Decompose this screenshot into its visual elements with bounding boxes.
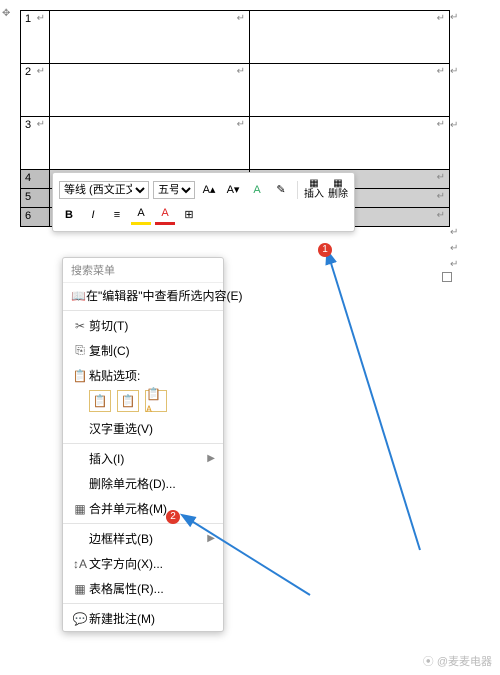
menu-label: 复制(C) bbox=[89, 342, 215, 359]
callout-badge-2: 2 bbox=[166, 510, 180, 524]
para-mark-icon: ↵ bbox=[450, 12, 458, 23]
menu-label: 汉字重选(V) bbox=[89, 420, 215, 437]
insert-table-button[interactable]: ▦ 插入 bbox=[304, 179, 324, 200]
submenu-arrow-icon: ▶ bbox=[207, 453, 215, 464]
shrink-font-button[interactable]: A▾ bbox=[223, 181, 243, 199]
watermark: ⦿ @麦麦电器 bbox=[423, 653, 492, 669]
para-mark-icon: ↵ bbox=[437, 66, 445, 77]
copy-icon: ⎘ bbox=[71, 343, 89, 358]
menu-text-direction[interactable]: ↕A 文字方向(X)... bbox=[63, 551, 223, 576]
para-mark-icon: ↵ bbox=[437, 119, 445, 130]
callout-badge-1: 1 bbox=[318, 243, 332, 257]
table-row[interactable]: 3 ↵ ↵ ↵ bbox=[21, 117, 450, 170]
menu-cut[interactable]: ✂ 剪切(T) bbox=[63, 313, 223, 338]
cell-number: 4 bbox=[25, 172, 31, 184]
end-of-doc-marker bbox=[442, 272, 452, 282]
text-direction-icon: ↕A bbox=[71, 557, 89, 571]
delete-icon: ▦ bbox=[333, 179, 342, 189]
lookup-icon: 📖 bbox=[71, 289, 86, 303]
submenu-arrow-icon: ▶ bbox=[207, 533, 215, 544]
paste-option-text-only[interactable]: 📋ᴀ bbox=[145, 390, 167, 412]
context-menu: 搜索菜单 📖 在"编辑器"中查看所选内容(E) ✂ 剪切(T) ⎘ 复制(C) … bbox=[62, 257, 224, 632]
table-properties-icon: ▦ bbox=[71, 582, 89, 596]
para-mark-icon: ↵ bbox=[37, 13, 45, 24]
menu-paste-options: 📋 粘贴选项: bbox=[63, 363, 223, 388]
cut-icon: ✂ bbox=[71, 319, 89, 333]
para-mark-icon: ↵ bbox=[37, 119, 45, 130]
menu-label: 粘贴选项: bbox=[89, 367, 215, 384]
para-mark-icon: ↵ bbox=[450, 120, 458, 131]
menu-delete-cells[interactable]: 删除单元格(D)... bbox=[63, 471, 223, 496]
paste-option-merge[interactable]: 📋 bbox=[117, 390, 139, 412]
menu-label: 在"编辑器"中查看所选内容(E) bbox=[86, 287, 243, 304]
format-painter-button[interactable]: ✎ bbox=[271, 181, 291, 199]
menu-border-style[interactable]: 边框样式(B) ▶ bbox=[63, 526, 223, 551]
font-size-select[interactable]: 五号 bbox=[153, 181, 195, 199]
italic-button[interactable]: I bbox=[83, 206, 103, 224]
para-mark-icon: ↵ bbox=[450, 227, 458, 238]
para-mark-icon: ↵ bbox=[450, 259, 458, 270]
menu-label: 新建批注(M) bbox=[89, 610, 215, 627]
cell-number: 6 bbox=[25, 210, 31, 222]
menu-label: 剪切(T) bbox=[89, 317, 215, 334]
menu-ime-reconvert[interactable]: 汉字重选(V) bbox=[63, 416, 223, 441]
menu-label: 边框样式(B) bbox=[89, 530, 207, 547]
cell-number: 2 bbox=[25, 66, 31, 78]
para-mark-icon: ↵ bbox=[237, 66, 245, 77]
para-mark-icon: ↵ bbox=[437, 13, 445, 24]
menu-label: 插入(I) bbox=[89, 450, 207, 467]
align-button[interactable]: ≡ bbox=[107, 206, 127, 224]
menu-editor-lookup[interactable]: 📖 在"编辑器"中查看所选内容(E) bbox=[63, 283, 223, 308]
delete-label: 删除 bbox=[328, 190, 348, 200]
delete-table-button[interactable]: ▦ 删除 bbox=[328, 179, 348, 200]
merge-icon: ▦ bbox=[71, 502, 89, 516]
menu-merge-cells[interactable]: ▦ 合并单元格(M) bbox=[63, 496, 223, 521]
menu-label: 合并单元格(M) bbox=[89, 500, 215, 517]
cell-number: 5 bbox=[25, 191, 31, 203]
para-mark-icon: ↵ bbox=[237, 119, 245, 130]
para-mark-icon: ↵ bbox=[437, 210, 445, 221]
para-mark-icon: ↵ bbox=[437, 172, 445, 183]
paste-icon: 📋 bbox=[71, 369, 89, 383]
menu-search-input[interactable]: 搜索菜单 bbox=[63, 258, 223, 283]
grow-font-button[interactable]: A▴ bbox=[199, 181, 219, 199]
table-row[interactable]: 2 ↵ ↵ ↵ bbox=[21, 64, 450, 117]
phonetic-guide-button[interactable]: A bbox=[247, 181, 267, 199]
menu-label: 删除单元格(D)... bbox=[89, 475, 215, 492]
table-row[interactable]: 1 ↵ ↵ ↵ bbox=[21, 11, 450, 64]
para-mark-icon: ↵ bbox=[37, 66, 45, 77]
insert-icon: ▦ bbox=[309, 179, 318, 189]
table-anchor-icon: ✥ bbox=[2, 8, 10, 19]
font-name-select[interactable]: 等线 (西文正文) bbox=[59, 181, 149, 199]
bold-button[interactable]: B bbox=[59, 206, 79, 224]
menu-copy[interactable]: ⎘ 复制(C) bbox=[63, 338, 223, 363]
mini-toolbar: 等线 (西文正文) 五号 A▴ A▾ A ✎ ▦ 插入 ▦ 删除 B I ≡ A… bbox=[52, 172, 355, 232]
menu-insert[interactable]: 插入(I) ▶ bbox=[63, 446, 223, 471]
para-mark-icon: ↵ bbox=[237, 13, 245, 24]
menu-label: 文字方向(X)... bbox=[89, 555, 215, 572]
para-mark-icon: ↵ bbox=[437, 191, 445, 202]
border-button[interactable]: ⊞ bbox=[179, 206, 199, 224]
menu-label: 表格属性(R)... bbox=[89, 580, 215, 597]
cell-number: 1 bbox=[25, 13, 31, 25]
paste-option-keep-source[interactable]: 📋 bbox=[89, 390, 111, 412]
comment-icon: 💬 bbox=[71, 612, 89, 626]
para-mark-icon: ↵ bbox=[450, 243, 458, 254]
menu-table-properties[interactable]: ▦ 表格属性(R)... bbox=[63, 576, 223, 601]
highlight-button[interactable]: A bbox=[131, 204, 151, 225]
para-mark-icon: ↵ bbox=[450, 66, 458, 77]
cell-number: 3 bbox=[25, 119, 31, 131]
font-color-button[interactable]: A bbox=[155, 204, 175, 225]
menu-new-comment[interactable]: 💬 新建批注(M) bbox=[63, 606, 223, 631]
insert-label: 插入 bbox=[304, 190, 324, 200]
